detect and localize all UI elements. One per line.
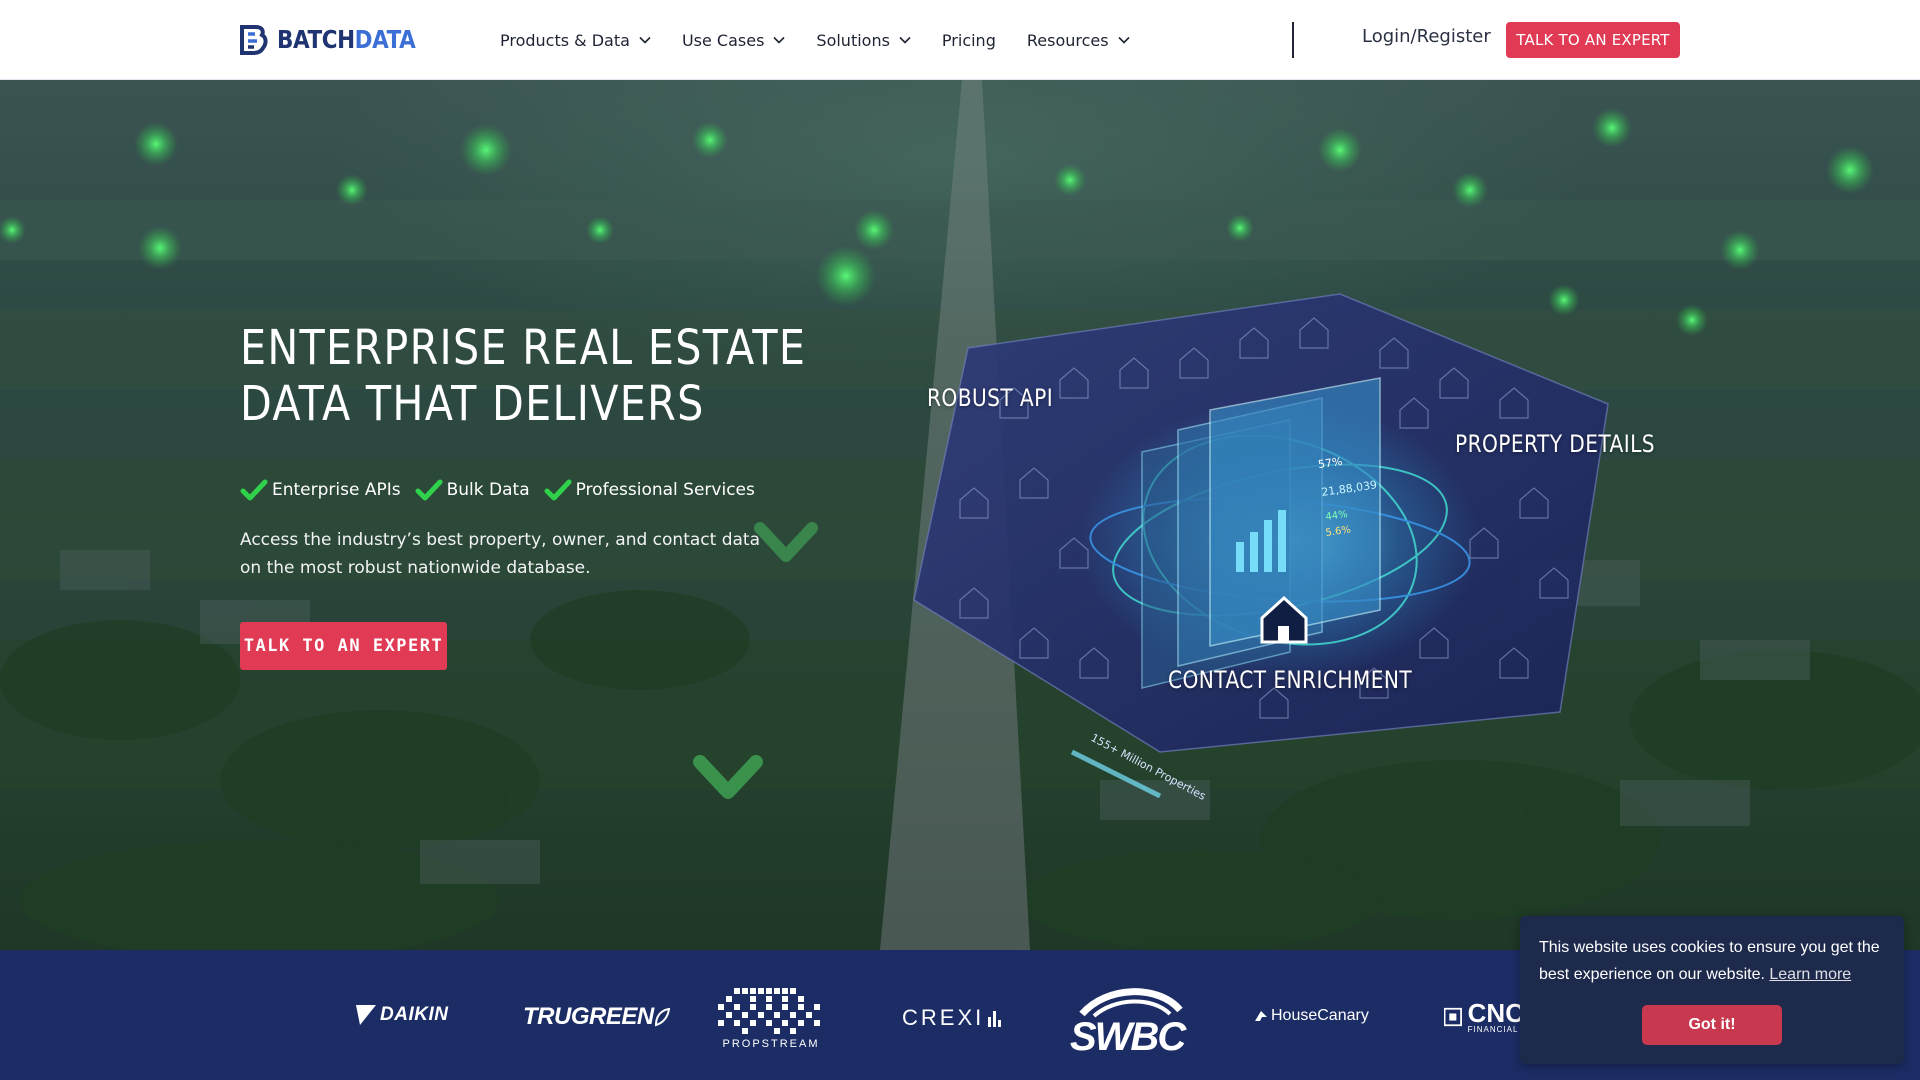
crexi-wordmark: CREXI [902, 1005, 985, 1030]
chevron-down-icon [899, 36, 911, 44]
hero-background-image: 21,88,039 57% 44% 5.6% 155+ Million Prop… [0, 80, 1920, 950]
hero-description: Access the industry’s best property, own… [240, 530, 760, 578]
crexi-logo: CREXI [902, 1005, 1002, 1031]
cookie-consent-banner: This website uses cookies to ensure you … [1520, 916, 1904, 1064]
daikin-logo: DAIKIN [356, 1004, 448, 1026]
checkmark-icon [544, 479, 572, 501]
top-navigation: BATCHDATA Products & Data Use Cases Solu… [0, 0, 1920, 80]
nav-item-label: Products & Data [500, 30, 630, 50]
cnc-subtext: FINANCIAL [1467, 1025, 1519, 1034]
hero-title: ENTERPRISE REAL ESTATE DATA THAT DELIVER… [240, 320, 807, 432]
chevron-down-icon [773, 36, 785, 44]
daikin-wordmark: DAIKIN [380, 1004, 449, 1025]
nav-item-pricing[interactable]: Pricing [942, 31, 996, 50]
bird-icon [1255, 1011, 1267, 1021]
chevron-down-icon [1118, 36, 1130, 44]
cnc-financial-logo: CNC FINANCIAL [1444, 1000, 1524, 1034]
leaf-icon [654, 1007, 670, 1027]
talk-to-expert-hero-button[interactable]: TALK TO AN EXPERT [240, 622, 447, 670]
check-label: Bulk Data [446, 480, 530, 500]
check-item-enterprise-apis: Enterprise APIs [240, 478, 401, 502]
nav-item-solutions[interactable]: Solutions [816, 31, 911, 50]
trugreen-logo: TRUGREEN [523, 1003, 670, 1031]
check-label: Professional Services [575, 480, 755, 500]
propstream-logo: PROPSTREAM [714, 984, 828, 1050]
nav-item-resources[interactable]: Resources [1027, 31, 1130, 50]
housecanary-wordmark: HouseCanary [1271, 1007, 1369, 1024]
feature-label-property-details: PROPERTY DETAILS [1455, 430, 1656, 458]
propstream-grid-icon [718, 988, 820, 1034]
batchdata-logo[interactable]: BATCHDATA [239, 24, 438, 56]
propstream-wordmark: PROPSTREAM [722, 1038, 820, 1050]
cnc-square-icon [1444, 1007, 1462, 1027]
talk-to-expert-nav-button[interactable]: TALK TO AN EXPERT [1506, 22, 1680, 58]
swbc-wordmark: SWBC [1070, 1015, 1187, 1056]
check-item-professional-services: Professional Services [544, 478, 755, 502]
chevron-down-icon [639, 36, 651, 44]
swbc-logo: SWBC [1066, 980, 1190, 1056]
checkmark-icon [415, 479, 443, 501]
check-item-bulk-data: Bulk Data [415, 478, 530, 502]
housecanary-logo: HouseCanary [1254, 1007, 1369, 1025]
nav-item-label: Resources [1026, 30, 1109, 50]
swbc-logo-graphic: SWBC [1070, 988, 1189, 1056]
cookie-accept-button[interactable]: Got it! [1642, 1005, 1782, 1045]
check-label: Enterprise APIs [272, 480, 401, 500]
nav-item-label: Use Cases [681, 30, 765, 50]
cnc-wordmark: CNC [1467, 1000, 1524, 1028]
logo-wordmark: BATCHDATA [277, 25, 416, 54]
daikin-triangle-icon [356, 1005, 376, 1025]
learn-more-link[interactable]: Learn more [1769, 966, 1851, 983]
trugreen-wordmark: TRUGREEN [523, 1003, 654, 1030]
nav-divider [1292, 22, 1294, 58]
hero-feature-checks: Enterprise APIs Bulk Data Professional S… [240, 476, 769, 504]
hero-section: 21,88,039 57% 44% 5.6% 155+ Million Prop… [0, 80, 1920, 950]
login-register-link[interactable]: Login/Register [1362, 26, 1491, 47]
nav-item-products-data[interactable]: Products & Data [500, 31, 651, 50]
cnc-text-group: CNC FINANCIAL [1468, 1000, 1524, 1034]
nav-item-label: Pricing [941, 30, 996, 50]
batchdata-logo-icon [240, 25, 268, 55]
hero-title-line-1: ENTERPRISE REAL ESTATE [240, 320, 807, 376]
nav-item-use-cases[interactable]: Use Cases [682, 31, 785, 50]
bar-chart-icon [988, 1011, 1002, 1027]
feature-label-contact-enrichment: CONTACT ENRICHMENT [1168, 666, 1413, 694]
hero-title-line-2: DATA THAT DELIVERS [240, 376, 705, 432]
checkmark-icon [240, 479, 268, 501]
main-menu: Products & Data Use Cases Solutions Pric… [500, 0, 1161, 80]
feature-label-robust-api: ROBUST API [927, 384, 1054, 412]
cookie-message-block: This website uses cookies to ensure you … [1539, 934, 1891, 988]
nav-item-label: Solutions [816, 30, 890, 50]
